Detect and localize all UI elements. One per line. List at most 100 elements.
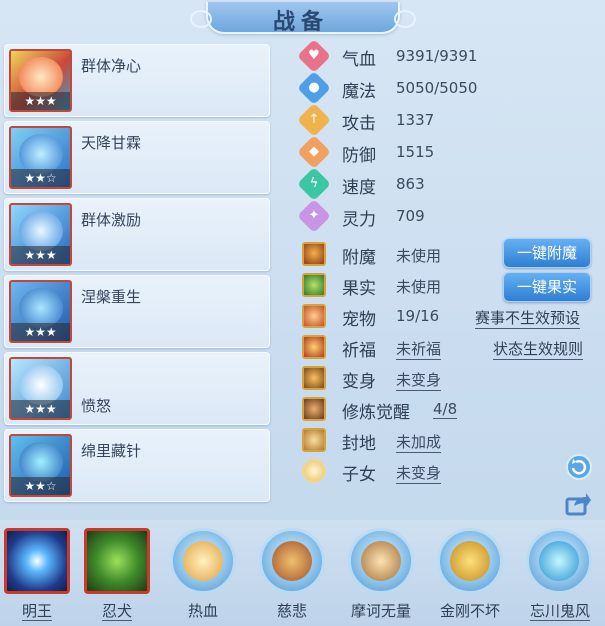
skill-icon-purify: ★★★	[9, 49, 72, 112]
bottom-skill-label: 热血	[187, 602, 218, 620]
bottom-skill-wangchuanguifeng[interactable]	[526, 528, 592, 594]
page-title: 战备	[272, 10, 329, 35]
blessing-link[interactable]: 未祈福	[396, 338, 442, 360]
skill-name: 群体净心	[81, 57, 142, 75]
stat-label: 灵力	[342, 210, 376, 230]
stat-value: 9391/9391	[396, 47, 478, 65]
skill-name: 绵里藏针	[81, 442, 142, 460]
skill-icon-glow	[19, 288, 63, 328]
skill-name: 群体激励	[81, 211, 142, 229]
extra-row-awaken: 修炼觉醒 4/8	[298, 395, 588, 425]
skill-card-6[interactable]: ★★☆ 绵里藏针	[4, 429, 270, 502]
stat-row-hp: ♥ 气血 9391/9391	[297, 39, 588, 73]
skill-stars: ★★★	[11, 323, 70, 341]
skill-card-2[interactable]: ★★☆ 天降甘霖	[4, 121, 270, 194]
skill-icon-rebirth: ★★★	[9, 280, 72, 343]
skill-icon-inspire: ★★★	[9, 203, 72, 266]
stat-row-spirit: ✦ 灵力 709	[297, 199, 588, 233]
skill-stars: ★★★	[11, 92, 70, 110]
heart-icon: ♥	[297, 39, 331, 73]
skill-card-4[interactable]: ★★★ 涅槃重生	[4, 275, 270, 348]
skill-icon-glow	[19, 442, 63, 482]
stat-value: 1337	[396, 111, 435, 129]
children-link[interactable]: 未变身	[396, 462, 442, 484]
extra-row-transform: 变身 未变身	[298, 364, 588, 394]
bottom-skill-rennquan[interactable]	[84, 528, 150, 594]
extra-row-fief: 封地 未加成	[298, 426, 588, 456]
bottom-skill-label: 明王	[21, 602, 52, 621]
skill-figure	[361, 541, 401, 581]
extra-value: 19/16	[396, 307, 440, 325]
battle-prep-panel: 战备 ★★★ 群体净心 ★★☆ 天降甘霖 ★★★ 群体激励 ★★★ 涅槃重生 ★…	[0, 0, 605, 626]
skill-stars: ★★★	[11, 400, 70, 418]
bottom-skill-label: 金刚不坏	[439, 602, 500, 620]
extra-label: 宠物	[342, 310, 376, 330]
bottom-skill-label: 慈悲	[276, 602, 307, 620]
shield-icon: ◆	[297, 135, 331, 169]
bottom-skill-mingwang[interactable]	[4, 528, 70, 594]
skill-name: 愤怒	[81, 397, 112, 415]
skill-icon-needle: ★★☆	[9, 434, 72, 497]
title-right-ornament	[394, 10, 416, 28]
extra-row-children: 子女 未变身	[298, 457, 588, 487]
one-click-enchant-button[interactable]: 一键附魔	[503, 238, 591, 268]
bottom-skill-rexue[interactable]	[170, 528, 236, 594]
bottom-skill-label: 摩诃无量	[350, 602, 411, 620]
fruit-icon	[302, 273, 326, 297]
skill-figure	[450, 541, 490, 581]
status-rules-link[interactable]: 状态生效规则	[493, 338, 584, 360]
stat-label: 速度	[342, 178, 376, 198]
extra-label: 果实	[342, 279, 376, 299]
skill-stars: ★★★	[11, 246, 70, 264]
one-click-fruit-button[interactable]: 一键果实	[503, 272, 591, 302]
fief-link[interactable]: 未加成	[396, 431, 442, 453]
skill-icon-glow	[19, 211, 63, 251]
skill-stars: ★★☆	[11, 477, 70, 495]
skill-card-3[interactable]: ★★★ 群体激励	[4, 198, 270, 271]
stat-row-mp: ● 魔法 5050/5050	[297, 71, 588, 105]
awaken-link[interactable]: 4/8	[433, 400, 458, 419]
skill-figure	[272, 541, 312, 581]
skill-icon-glow	[19, 134, 63, 174]
pet-avatar-icon	[302, 304, 326, 328]
bottom-skill-mohewuliang[interactable]	[348, 528, 414, 594]
skill-stars: ★★☆	[11, 169, 70, 187]
transform-icon	[302, 366, 326, 390]
stat-value: 709	[396, 207, 425, 225]
title-banner: 战备	[190, 0, 416, 35]
stat-value: 863	[396, 175, 425, 193]
skill-card-1[interactable]: ★★★ 群体净心	[4, 44, 270, 117]
stat-value: 5050/5050	[396, 79, 478, 97]
extra-label: 变身	[342, 372, 376, 392]
extra-label: 子女	[342, 465, 376, 485]
extra-label: 祈福	[342, 341, 376, 361]
fief-icon	[302, 428, 326, 452]
extra-value: 未使用	[396, 247, 442, 265]
transform-link[interactable]: 未变身	[396, 369, 442, 391]
skill-figure	[539, 541, 579, 581]
bottom-skill-jingangbuhuai[interactable]	[437, 528, 503, 594]
refresh-icon[interactable]	[565, 453, 593, 481]
blessing-icon	[302, 335, 326, 359]
awaken-icon	[302, 397, 326, 421]
spirit-icon: ✦	[297, 199, 331, 233]
share-icon[interactable]	[564, 489, 592, 517]
sword-icon: ↑	[297, 103, 331, 137]
stat-row-attack: ↑ 攻击 1337	[297, 103, 588, 137]
skill-card-5[interactable]: ★★★ 愤怒	[4, 352, 270, 425]
skill-figure	[183, 541, 223, 581]
children-icon	[302, 459, 326, 483]
stat-label: 攻击	[342, 114, 376, 134]
stat-label: 魔法	[342, 82, 376, 102]
bottom-skill-label: 忘川鬼风	[529, 602, 590, 621]
skill-name: 涅槃重生	[81, 288, 142, 306]
bottom-skill-cibei[interactable]	[259, 528, 325, 594]
water-drop-icon: ●	[297, 71, 331, 105]
stat-label: 防御	[342, 146, 376, 166]
extra-label: 附魔	[342, 248, 376, 268]
tournament-preset-link[interactable]: 赛事不生效预设	[475, 307, 581, 329]
extra-label: 封地	[342, 434, 376, 454]
stat-row-speed: ϟ 速度 863	[297, 167, 588, 201]
skill-name: 天降甘霖	[81, 134, 142, 152]
bottom-skill-label: 忍犬	[101, 602, 132, 621]
